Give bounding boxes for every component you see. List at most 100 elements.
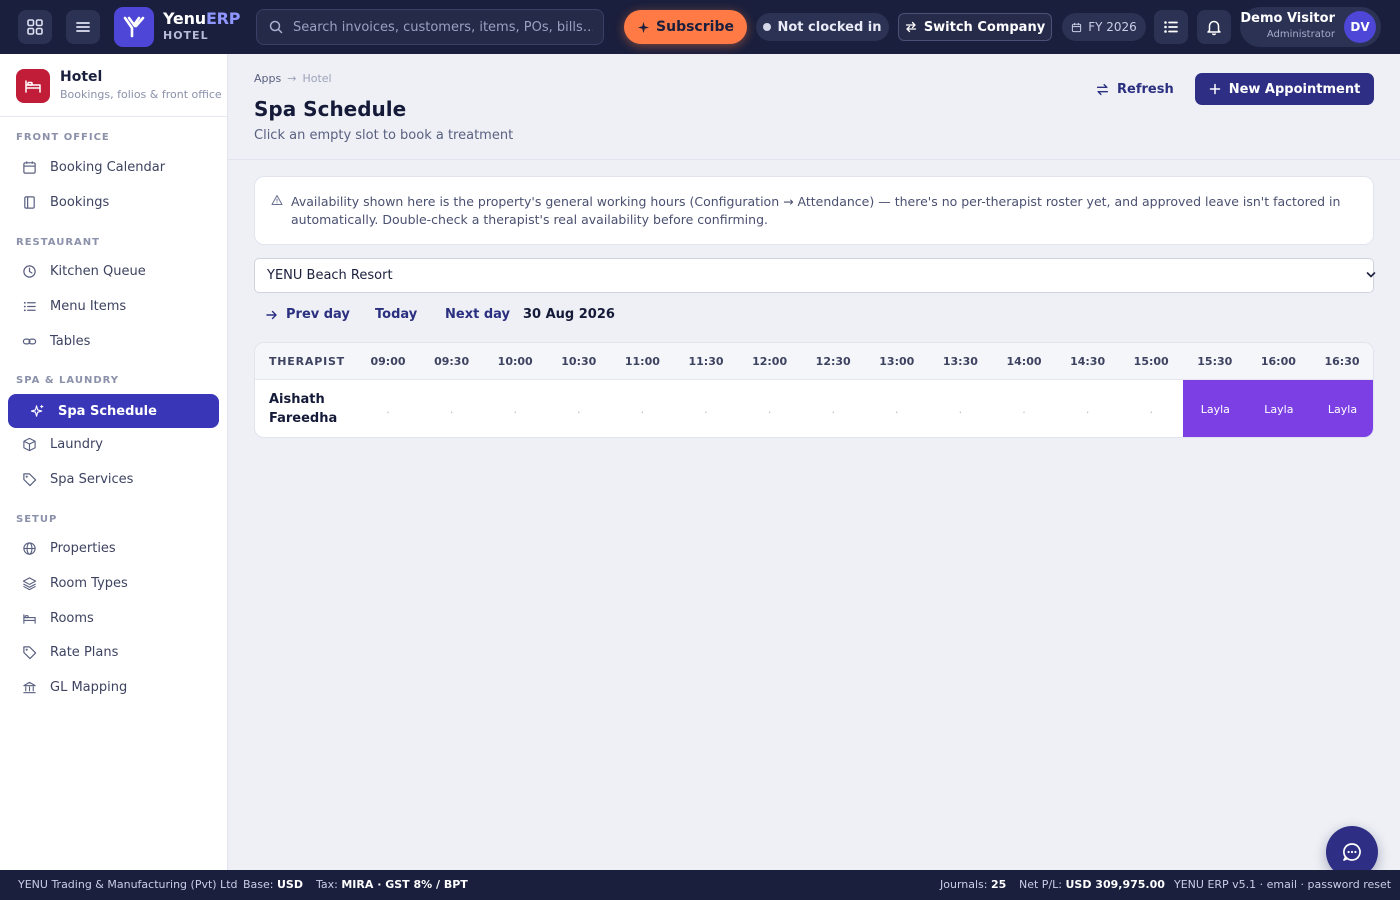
sidebar-item-tables[interactable]: Tables [8, 324, 219, 358]
empty-slot[interactable]: . [483, 380, 547, 437]
sidebar-item-label: Kitchen Queue [50, 263, 146, 279]
switch-company-button[interactable]: Switch Company [898, 13, 1052, 41]
footer-version: YENU ERP v5.1 · email · password reset [1174, 878, 1392, 891]
new-appointment-label: New Appointment [1228, 81, 1361, 97]
avatar: DV [1344, 11, 1376, 43]
sidebar-item-label: Spa Schedule [58, 403, 157, 419]
calendar-icon [22, 160, 36, 174]
sidebar-item-room-types[interactable]: Room Types [8, 566, 219, 600]
today-label: Today [375, 307, 418, 322]
apps-grid-button[interactable] [18, 10, 52, 44]
time-column-header: 11:00 [624, 355, 660, 368]
sidebar-item-spa-schedule[interactable]: Spa Schedule [8, 394, 219, 428]
empty-slot[interactable]: . [610, 380, 674, 437]
breadcrumb-current: Hotel [302, 72, 332, 85]
clock-status-label: Not clocked in [777, 19, 882, 35]
sidebar-item-menu-items[interactable]: Menu Items [8, 289, 219, 323]
time-column-header: 09:30 [434, 355, 470, 368]
switch-company-label: Switch Company [923, 19, 1046, 35]
schedule-row: Aishath Fareedha ............. Layla Layla… [255, 380, 1373, 437]
brand-name: YenuERP [163, 9, 241, 28]
search-input[interactable] [293, 19, 593, 35]
refresh-icon [1096, 83, 1109, 95]
list-icon [23, 301, 36, 311]
sidebar-item-rooms[interactable]: Rooms [8, 601, 219, 635]
task-list-button[interactable] [1154, 10, 1188, 44]
list-icon [1164, 21, 1178, 33]
sidebar-item-bookings[interactable]: Bookings [8, 185, 219, 219]
booked-slot[interactable]: Layla [1246, 380, 1312, 437]
arrow-right-icon [266, 310, 277, 319]
bed-icon [25, 80, 41, 93]
fiscal-year-label: FY 2026 [1088, 20, 1137, 34]
sidebar-item-rate-plans[interactable]: Rate Plans [8, 635, 219, 669]
link-icon [22, 338, 36, 344]
today-button[interactable]: Today [375, 307, 417, 322]
sidebar-item-booking-calendar[interactable]: Booking Calendar [8, 150, 219, 184]
subscribe-label: Subscribe [656, 19, 734, 35]
empty-slot[interactable]: . [1119, 380, 1183, 437]
sidebar-item-label: Booking Calendar [50, 159, 166, 175]
plus-icon [1209, 83, 1220, 95]
time-column-header: 16:30 [1324, 355, 1360, 368]
new-appointment-button[interactable]: New Appointment [1195, 73, 1374, 105]
sidebar-item-spa-services[interactable]: Spa Services [8, 462, 219, 496]
next-day-button[interactable]: Next day [445, 307, 510, 322]
breadcrumb-apps[interactable]: Apps [254, 72, 281, 85]
time-column-header: 14:00 [1006, 355, 1042, 368]
refresh-button[interactable]: Refresh [1096, 79, 1174, 99]
empty-slot[interactable]: . [801, 380, 865, 437]
menu-toggle-button[interactable] [66, 10, 100, 44]
layers-icon [22, 576, 36, 590]
footer-journals-label: Journals: [940, 878, 988, 891]
status-dot-icon [763, 23, 772, 31]
footer-netpl-value: USD 309,975.00 [1065, 878, 1165, 891]
empty-slot[interactable]: . [738, 380, 802, 437]
section-label-restaurant: RESTAURANT [16, 237, 100, 248]
footer-tax-label: Tax: [316, 878, 338, 891]
time-column-header: 10:30 [561, 355, 597, 368]
empty-slot[interactable]: . [992, 380, 1056, 437]
page-title: Spa Schedule [254, 97, 407, 121]
empty-slot[interactable]: . [928, 380, 992, 437]
subscribe-button[interactable]: Subscribe [624, 10, 747, 44]
sidebar-item-kitchen-queue[interactable]: Kitchen Queue [8, 254, 219, 288]
notifications-button[interactable] [1197, 10, 1231, 44]
sidebar-item-properties[interactable]: Properties [8, 531, 219, 565]
brand-logo[interactable] [114, 7, 154, 47]
clock-status-pill[interactable]: Not clocked in [756, 13, 889, 41]
sidebar-item-label: Spa Services [50, 471, 134, 487]
empty-slot[interactable]: . [865, 380, 929, 437]
brand-module: HOTEL [163, 29, 209, 42]
empty-slot[interactable]: . [420, 380, 484, 437]
user-menu[interactable]: Demo Visitor Administrator DV [1240, 7, 1381, 47]
globe-icon [22, 541, 36, 555]
global-search[interactable] [256, 9, 604, 45]
user-role: Administrator [1266, 29, 1335, 40]
empty-slot[interactable]: . [674, 380, 738, 437]
main-content: Apps → Hotel Spa Schedule Click an empty… [228, 54, 1400, 878]
prev-day-label: Prev day [286, 307, 350, 322]
empty-slot[interactable]: . [547, 380, 611, 437]
empty-slot[interactable]: . [1056, 380, 1120, 437]
booked-slot[interactable]: Layla [1182, 380, 1248, 437]
clock-icon [22, 264, 36, 278]
footer-base-label: Base: [243, 878, 274, 891]
sidebar-item-laundry[interactable]: Laundry [8, 427, 219, 461]
section-label-spa-laundry: SPA & LAUNDRY [16, 375, 120, 386]
fiscal-year-pill[interactable]: FY 2026 [1062, 13, 1146, 41]
time-column-header: 15:30 [1197, 355, 1233, 368]
app-subtitle: Bookings, folios & front office [60, 88, 222, 101]
prev-day-button[interactable]: Prev day [266, 307, 350, 322]
sidebar: Hotel Bookings, folios & front office FR… [0, 54, 228, 870]
booked-slot[interactable]: Layla [1310, 380, 1373, 437]
time-column-header: 12:00 [752, 355, 788, 368]
empty-slot[interactable]: . [356, 380, 420, 437]
user-name: Demo Visitor [1240, 11, 1335, 26]
property-select[interactable]: YENU Beach Resort [254, 258, 1374, 293]
bank-icon [22, 681, 36, 693]
sidebar-item-gl-mapping[interactable]: GL Mapping [8, 670, 219, 704]
current-date: 30 Aug 2026 [523, 307, 615, 322]
swap-icon [905, 21, 916, 33]
brand-text: YenuERP HOTEL [163, 9, 241, 42]
